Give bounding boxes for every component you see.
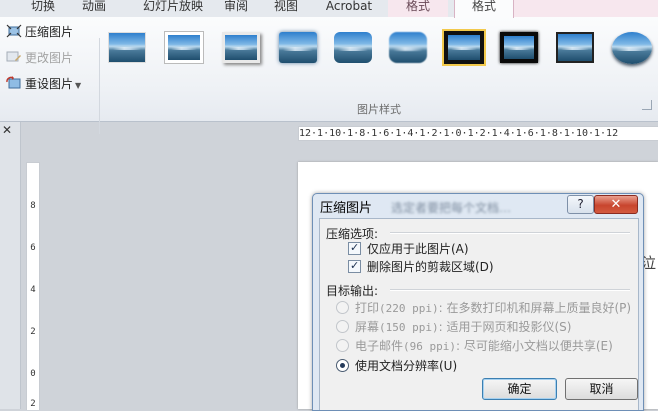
radio-selected-icon — [336, 359, 349, 372]
target-email-ppi: (96 ppi) — [403, 340, 456, 353]
ok-button[interactable]: 确定 — [482, 378, 557, 400]
target-print-desc: : 在多数打印机和屏幕上质量良好(P) — [438, 301, 632, 315]
tab-review[interactable]: 审阅 — [218, 0, 254, 17]
picture-style-9[interactable] — [556, 32, 594, 63]
dialog-body: 压缩选项: 仅应用于此图片(A) 删除图片的剪裁区域(D) 目标输出: 打印(2… — [319, 218, 639, 410]
picture-style-6[interactable] — [389, 32, 427, 63]
section-divider — [390, 289, 630, 291]
picture-style-3[interactable] — [222, 32, 260, 63]
picture-style-1[interactable] — [108, 32, 146, 63]
compress-pictures-dialog: 压缩图片 选定者要把每个文档… ? ✕ 压缩选项: 仅应用于此图片(A) 删除图… — [312, 193, 644, 411]
delete-cropped-label: 删除图片的剪裁区域(D) — [367, 260, 494, 274]
chevron-down-icon[interactable]: ▼ — [75, 81, 81, 90]
change-picture-label: 更改图片 — [25, 51, 74, 65]
radio-icon — [336, 301, 349, 314]
vruler-label: 2 — [30, 327, 36, 337]
target-screen-desc: : 适用于网页和投影仪(S) — [438, 320, 572, 334]
vruler-label: 6 — [30, 243, 36, 253]
cancel-button[interactable]: 取消 — [565, 378, 638, 400]
horizontal-ruler: 12·1·10·1·8·1·6·1·4·1·2·1·0·1·2·1·4·1·6·… — [298, 126, 658, 141]
left-pane-strip — [0, 122, 21, 409]
delete-cropped-checkbox[interactable]: 删除图片的剪裁区域(D) — [348, 258, 494, 275]
tab-animations[interactable]: 动画 — [76, 0, 112, 17]
vruler-label: 0 — [30, 369, 36, 379]
change-picture-button[interactable]: 更改图片 — [6, 49, 73, 67]
checkbox-checked-icon — [348, 240, 361, 256]
vruler-label: 2 — [30, 399, 36, 409]
ribbon-tab-bar: 切换 动画 幻灯片放映 审阅 视图 Acrobat 格式 格式 — [0, 0, 658, 18]
checkbox-checked-icon — [348, 258, 361, 274]
reset-picture-label: 重设图片 — [25, 77, 74, 91]
target-screen-radio[interactable]: 屏幕(150 ppi): 适用于网页和投影仪(S) — [336, 319, 571, 335]
compress-icon — [6, 24, 22, 38]
close-button[interactable]: ✕ — [594, 195, 638, 214]
apply-only-label: 仅应用于此图片(A) — [367, 242, 469, 256]
picture-style-10-oval[interactable] — [612, 32, 652, 64]
target-document-resolution-radio[interactable]: 使用文档分辨率(U) — [336, 358, 457, 374]
tab-slideshow[interactable]: 幻灯片放映 — [138, 0, 208, 17]
picture-style-4[interactable] — [279, 32, 317, 63]
blurred-background-text: 选定者要把每个文档… — [391, 201, 512, 215]
vruler-label: 8 — [30, 201, 36, 211]
tab-format-active[interactable]: 格式 — [454, 0, 514, 18]
target-email-desc: : 尽可能缩小文档以便共享(E) — [456, 339, 613, 353]
target-email-radio[interactable]: 电子邮件(96 ppi): 尽可能缩小文档以便共享(E) — [336, 338, 613, 354]
picture-style-7-selected[interactable] — [442, 29, 486, 66]
compress-pictures-button[interactable]: 压缩图片 — [6, 23, 73, 41]
section-divider — [390, 232, 630, 234]
tab-acrobat[interactable]: Acrobat — [318, 0, 380, 17]
apply-only-checkbox[interactable]: 仅应用于此图片(A) — [348, 240, 469, 257]
tab-context-band — [514, 0, 658, 17]
picture-styles-group-label: 图片样式 — [357, 103, 401, 116]
radio-icon — [336, 320, 349, 333]
ribbon-divider — [99, 38, 100, 134]
picture-style-2[interactable] — [165, 32, 203, 63]
vertical-ruler: 8 6 4 2 0 2 — [26, 162, 40, 410]
target-screen-ppi: (150 ppi) — [379, 321, 439, 334]
reset-picture-icon — [6, 76, 22, 90]
close-pane-icon[interactable]: ✕ — [0, 122, 14, 138]
target-print-label: 打印 — [355, 301, 380, 315]
picture-style-5[interactable] — [334, 32, 372, 63]
tab-transitions[interactable]: 切换 — [22, 0, 64, 17]
ribbon-panel: 压缩图片 更改图片 重设图片 ▼ 图片样式 — [0, 17, 658, 134]
dialog-launcher-icon[interactable] — [642, 100, 652, 110]
vruler-label: 4 — [30, 285, 36, 295]
target-output-heading: 目标输出: — [326, 284, 379, 298]
dialog-title: 压缩图片 — [320, 201, 373, 216]
tab-format-context[interactable]: 格式 — [388, 0, 448, 17]
reset-picture-button[interactable]: 重设图片 ▼ — [6, 75, 81, 93]
target-document-resolution-label: 使用文档分辨率(U) — [355, 359, 458, 373]
target-email-label: 电子邮件 — [355, 339, 404, 353]
compress-label: 压缩图片 — [25, 25, 74, 39]
change-picture-icon — [6, 50, 22, 64]
tab-view[interactable]: 视图 — [268, 0, 304, 17]
target-print-radio[interactable]: 打印(220 ppi): 在多数打印机和屏幕上质量良好(P) — [336, 300, 631, 316]
picture-style-8[interactable] — [500, 32, 538, 63]
target-print-ppi: (220 ppi) — [379, 302, 439, 315]
help-button[interactable]: ? — [567, 195, 594, 214]
target-screen-label: 屏幕 — [355, 320, 380, 334]
radio-icon — [336, 339, 349, 352]
